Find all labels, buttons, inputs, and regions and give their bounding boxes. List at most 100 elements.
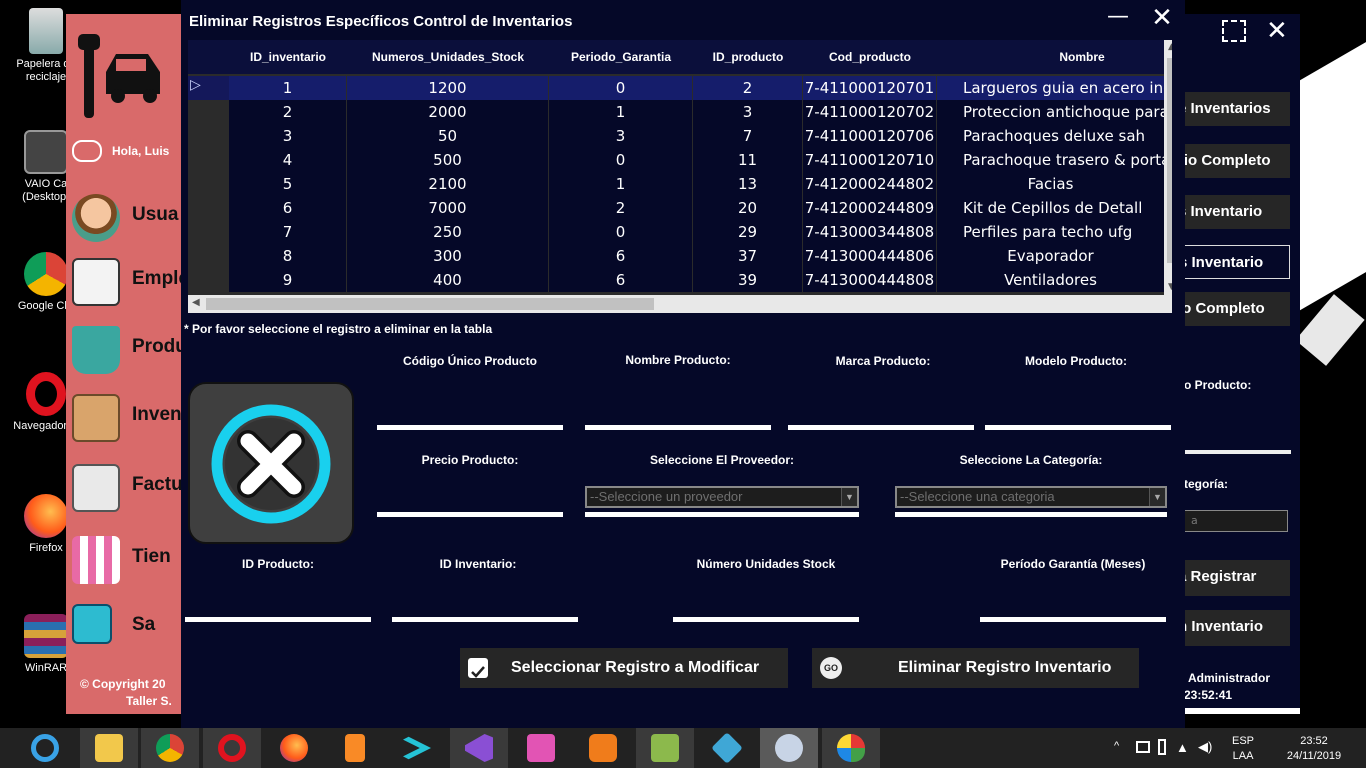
table-cell[interactable]: 7-411000120701 — [803, 76, 937, 100]
sidebar-item-inventario[interactable]: Inven — [66, 394, 186, 454]
table-cell[interactable]: 8 — [229, 244, 347, 268]
table-row[interactable]: 3 50 3 7 7-411000120706 Parachoques deluxe sa… — [188, 124, 1164, 148]
bg-button[interactable]: rio Completo — [1184, 144, 1290, 178]
table-cell[interactable]: 1 — [229, 76, 347, 100]
fullscreen-icon[interactable] — [1222, 20, 1246, 42]
network-icon[interactable] — [1136, 741, 1150, 753]
bg-button[interactable]: e Inventarios — [1184, 92, 1290, 126]
inventory-table[interactable]: ID_inventario Numeros_Unidades_Stock Per… — [188, 40, 1172, 313]
taskbar-sql-tool[interactable] — [760, 728, 818, 768]
table-cell[interactable]: Proteccion antichoque para conduct — [937, 100, 1164, 124]
table-cell[interactable]: 0 — [549, 220, 693, 244]
table-cell[interactable]: Kit de Cepillos de Detall — [937, 196, 1164, 220]
bg-button[interactable]: s Inventario — [1184, 195, 1290, 229]
table-cell[interactable]: Ventiladores — [937, 268, 1164, 292]
table-cell[interactable]: 29 — [693, 220, 803, 244]
proveedor-select[interactable]: --Seleccione un proveedor ▼ — [585, 486, 859, 508]
column-header[interactable]: ID_inventario — [229, 40, 347, 74]
table-cell[interactable]: 37 — [693, 244, 803, 268]
taskbar-vscode[interactable] — [388, 728, 446, 768]
table-cell[interactable]: 11 — [693, 148, 803, 172]
table-cell[interactable]: Parachoques deluxe sah — [937, 124, 1164, 148]
row-header[interactable] — [188, 148, 229, 172]
table-cell[interactable]: 7 — [229, 220, 347, 244]
scroll-thumb[interactable] — [206, 298, 654, 310]
scroll-up-icon[interactable]: ▲ — [1168, 42, 1172, 52]
table-cell[interactable]: 6 — [549, 268, 693, 292]
table-cell[interactable]: 7-413000444808 — [803, 268, 937, 292]
bg-button[interactable]: s Inventario — [1184, 245, 1290, 279]
table-cell[interactable]: 3 — [693, 100, 803, 124]
clock[interactable]: 23:52 24/11/2019 — [1274, 734, 1354, 764]
taskbar-chrome[interactable] — [141, 728, 199, 768]
bg-button[interactable]: io Completo — [1184, 292, 1290, 326]
table-cell[interactable]: 7-411000120710 — [803, 148, 937, 172]
sidebar-item-salir[interactable]: Sa — [66, 604, 186, 664]
id-inventario-field[interactable] — [392, 617, 578, 622]
taskbar-paint[interactable] — [822, 728, 880, 768]
taskbar-sublime-text[interactable] — [326, 728, 384, 768]
table-cell[interactable]: 7000 — [347, 196, 549, 220]
taskbar-internet-explorer[interactable] — [16, 728, 74, 768]
table-cell[interactable]: 0 — [549, 148, 693, 172]
row-header[interactable] — [188, 220, 229, 244]
bg-button[interactable]: n Inventario — [1184, 610, 1290, 646]
column-header[interactable]: Nombre — [937, 40, 1172, 74]
minimize-button[interactable]: — — [1101, 4, 1135, 34]
row-header[interactable] — [188, 172, 229, 196]
bg-field-underline[interactable] — [1184, 450, 1291, 454]
taskbar-xampp[interactable] — [574, 728, 632, 768]
table-row[interactable]: 9 400 6 39 7-413000444808 Ventiladores — [188, 268, 1164, 292]
table-cell[interactable]: Evaporador — [937, 244, 1164, 268]
column-header[interactable]: Numeros_Unidades_Stock — [347, 40, 549, 74]
sidebar-item-tienda[interactable]: Tien — [66, 536, 186, 596]
table-cell[interactable]: 2000 — [347, 100, 549, 124]
table-cell[interactable]: 1200 — [347, 76, 549, 100]
table-row[interactable]: 4 500 0 11 7-411000120710 Parachoque trasero … — [188, 148, 1164, 172]
column-header[interactable]: ID_producto — [693, 40, 803, 74]
taskbar-visual-studio[interactable] — [450, 728, 508, 768]
table-cell[interactable]: 20 — [693, 196, 803, 220]
scroll-down-icon[interactable]: ▼ — [1168, 282, 1172, 292]
row-header[interactable] — [188, 100, 229, 124]
unidades-field[interactable] — [673, 617, 859, 622]
row-header[interactable] — [188, 244, 229, 268]
sidebar-item-facturas[interactable]: Factu — [66, 464, 186, 524]
table-cell[interactable]: 7 — [693, 124, 803, 148]
table-cell[interactable]: 6 — [229, 196, 347, 220]
table-cell[interactable]: 13 — [693, 172, 803, 196]
table-cell[interactable]: 4 — [229, 148, 347, 172]
table-cell[interactable]: 250 — [347, 220, 549, 244]
precio-field[interactable] — [377, 512, 563, 517]
sidebar-item-empleados[interactable]: Emple — [66, 258, 186, 318]
vertical-scrollbar[interactable]: ▲ ▼ — [1164, 40, 1172, 313]
marca-field[interactable] — [788, 425, 974, 430]
sidebar-item-productos[interactable]: Produ — [66, 326, 186, 386]
table-cell[interactable]: 7-412000244802 — [803, 172, 937, 196]
bg-combo[interactable]: a — [1184, 510, 1288, 532]
sidebar-item-usuarios[interactable]: Usua — [66, 194, 186, 254]
table-row[interactable]: 2 2000 1 3 7-411000120702 Proteccion antichoq… — [188, 100, 1164, 124]
delete-record-button[interactable]: GO Eliminar Registro Inventario — [812, 648, 1139, 688]
table-cell[interactable]: Perfiles para techo ufg — [937, 220, 1164, 244]
column-header[interactable]: Periodo_Garantia — [549, 40, 693, 74]
table-cell[interactable]: 39 — [693, 268, 803, 292]
bg-button[interactable]: a Registrar — [1184, 560, 1290, 596]
table-cell[interactable]: 2 — [549, 196, 693, 220]
table-cell[interactable]: 9 — [229, 268, 347, 292]
language-indicator[interactable]: ESP LAA — [1232, 734, 1254, 764]
horizontal-scrollbar[interactable]: ◀ — [188, 295, 1164, 313]
battery-icon[interactable] — [1158, 739, 1166, 755]
scroll-thumb[interactable] — [1167, 58, 1172, 263]
table-cell[interactable]: 1 — [549, 172, 693, 196]
wifi-icon[interactable]: ▲ — [1176, 740, 1189, 755]
row-header[interactable] — [188, 196, 229, 220]
table-cell[interactable]: Parachoque trasero & porta — [937, 148, 1164, 172]
close-button[interactable]: ✕ — [1145, 4, 1179, 34]
taskbar-winamp[interactable] — [512, 728, 570, 768]
table-cell[interactable]: 3 — [549, 124, 693, 148]
table-cell[interactable]: 300 — [347, 244, 549, 268]
table-row[interactable]: 7 250 0 29 7-413000344808 Perfiles para techo… — [188, 220, 1164, 244]
table-cell[interactable]: 7-412000244809 — [803, 196, 937, 220]
table-cell[interactable]: 7-411000120702 — [803, 100, 937, 124]
